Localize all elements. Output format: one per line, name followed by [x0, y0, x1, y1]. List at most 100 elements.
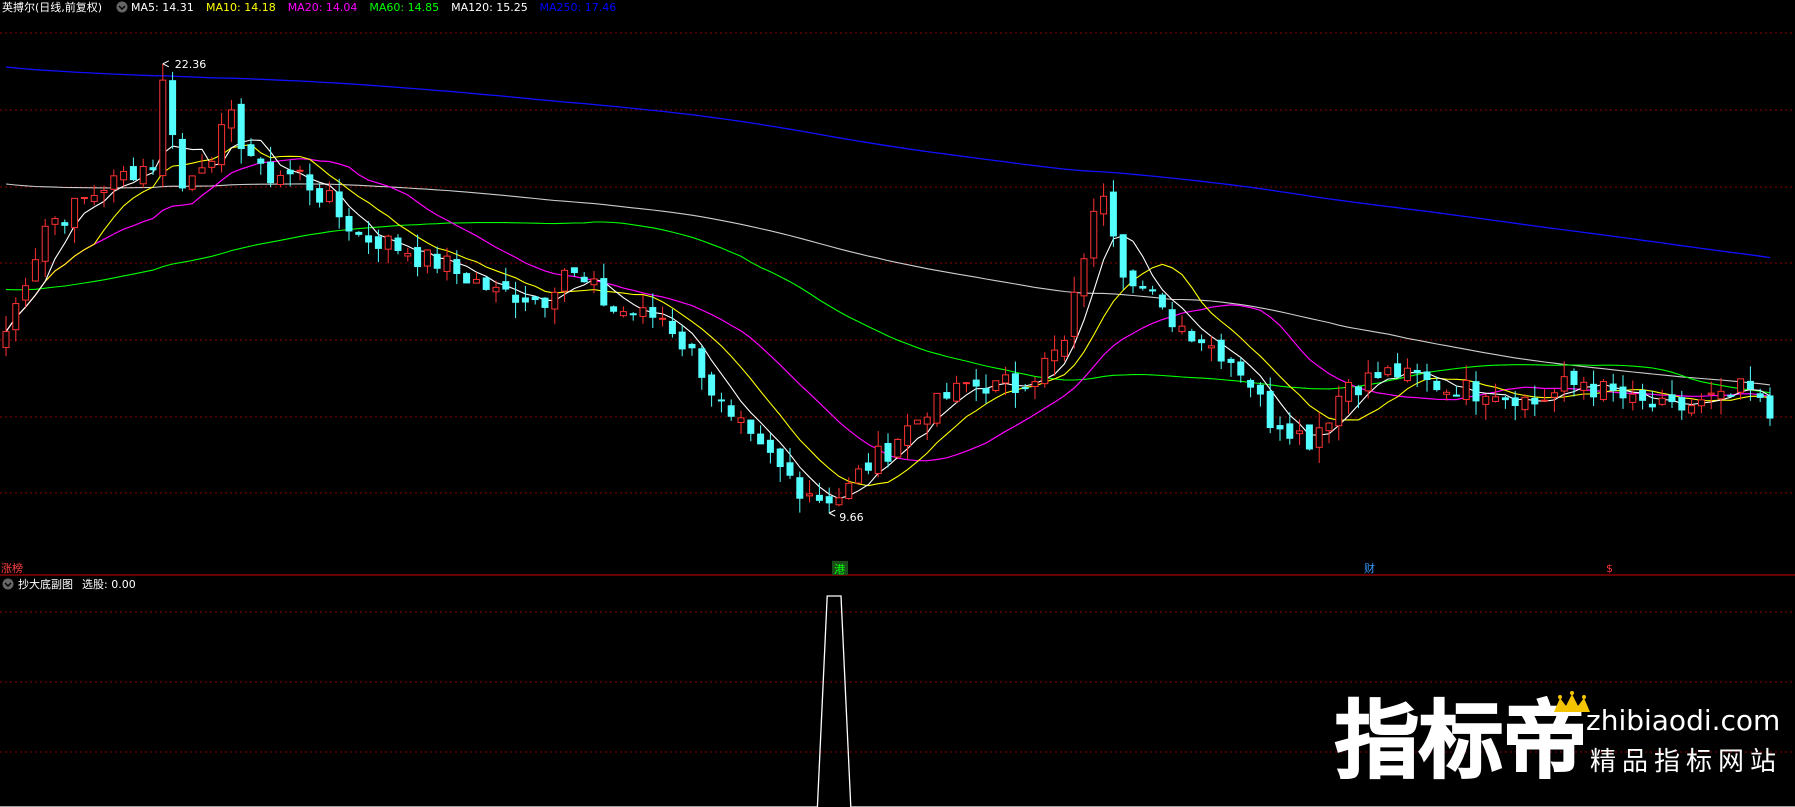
candle: [159, 63, 167, 188]
candle: [698, 345, 706, 390]
candle: [1511, 391, 1519, 421]
candle: [943, 382, 951, 400]
candle: [12, 297, 20, 342]
candle: [1531, 385, 1539, 417]
stock-chart: 22.36 9.66 英搏尔(日线,前复权) MA5: 14.31 MA10: 1…: [0, 0, 1795, 807]
candle: [776, 447, 784, 482]
candle: [953, 375, 961, 403]
candle: [267, 146, 275, 188]
candle: [1070, 276, 1078, 349]
candle: [404, 247, 412, 262]
event-marker-dollar[interactable]: $: [1606, 562, 1613, 575]
candle: [394, 234, 402, 255]
event-marker-hk[interactable]: 港: [834, 563, 845, 576]
candle: [1737, 378, 1745, 400]
candle: [1609, 373, 1617, 402]
candle: [1629, 380, 1637, 411]
high-marker-arrow: [162, 60, 170, 68]
candle: [149, 159, 157, 176]
candle: [1315, 412, 1323, 463]
candle: [1599, 379, 1607, 402]
candle: [227, 99, 235, 143]
candle: [1658, 389, 1666, 406]
candle: [982, 374, 990, 404]
watermark-brand: 指标帝: [1335, 692, 1587, 790]
candle: [904, 413, 912, 460]
sub-panel-title: 抄大底副图: [18, 577, 73, 591]
candle: [41, 218, 49, 278]
candle: [129, 157, 137, 181]
high-price-label: 22.36: [175, 58, 207, 71]
candle: [423, 249, 431, 274]
ma-legend-item: MA5: 14.31: [131, 1, 194, 14]
candle: [257, 156, 265, 175]
candle: [502, 267, 510, 292]
ma60-line: [5, 221, 1771, 394]
candle: [766, 433, 774, 464]
candle: [355, 231, 363, 237]
candle: [492, 280, 500, 303]
candle: [1403, 358, 1411, 383]
candle: [737, 410, 745, 435]
candle: [913, 419, 921, 425]
candle: [1041, 352, 1049, 388]
candle: [600, 263, 608, 307]
candle: [1129, 269, 1137, 294]
sub-panel-header: 抄大底副图 选股: 0.00: [2, 577, 136, 591]
candle: [1149, 285, 1157, 295]
watermark: 指标帝 zhibiaodi.com 精品指标网站: [1334, 691, 1780, 791]
candle: [639, 294, 647, 324]
candle: [580, 272, 588, 283]
candle: [1031, 376, 1039, 400]
candle: [1374, 361, 1382, 380]
legend-toggle-icon[interactable]: [116, 1, 128, 13]
candle: [433, 246, 441, 274]
candle: [806, 480, 814, 503]
watermark-domain: zhibiaodi.com: [1586, 704, 1780, 737]
candle: [521, 286, 529, 312]
candle: [1002, 366, 1010, 396]
candle: [619, 306, 627, 318]
candle: [835, 487, 843, 507]
candle: [708, 371, 716, 407]
candlestick-series: [2, 63, 1774, 514]
candle: [1109, 180, 1117, 247]
candle: [659, 306, 667, 327]
candle: [1168, 301, 1176, 333]
chart-header: 英搏尔(日线,前复权) MA5: 14.31 MA10: 14.18 MA20: 1…: [2, 0, 616, 14]
candle: [22, 277, 30, 308]
ma20-line: [5, 158, 1771, 462]
candle: [276, 170, 284, 188]
ma-legend-item: MA60: 14.85: [369, 1, 439, 14]
ma-legend-item: MA10: 14.18: [206, 1, 276, 14]
candle: [894, 437, 902, 460]
candle: [933, 392, 941, 427]
candle: [482, 276, 490, 291]
candle: [874, 431, 882, 478]
candle: [120, 165, 128, 187]
event-marker-finance[interactable]: 财: [1364, 561, 1375, 575]
candle: [198, 154, 206, 174]
candle: [1580, 376, 1588, 400]
candle: [384, 234, 392, 264]
candle: [629, 312, 637, 321]
candle: [335, 178, 343, 229]
candle: [972, 369, 980, 402]
candle: [1688, 398, 1696, 416]
candle: [1619, 375, 1627, 409]
candle: [1188, 328, 1196, 343]
candle: [374, 229, 382, 263]
candle: [169, 71, 177, 149]
candle: [1384, 365, 1392, 377]
candle: [1256, 382, 1264, 407]
candle: [717, 392, 725, 413]
ma120-line: [5, 183, 1771, 386]
candle: [1766, 387, 1774, 426]
sub-panel-toggle-icon[interactable]: [2, 578, 14, 590]
candle: [139, 158, 147, 188]
candle: [1100, 183, 1108, 226]
candle: [1639, 383, 1647, 410]
ma-legend: MA5: 14.31 MA10: 14.18 MA20: 14.04 MA60: 14…: [131, 1, 616, 14]
candle: [178, 132, 186, 192]
candle: [1727, 393, 1735, 397]
